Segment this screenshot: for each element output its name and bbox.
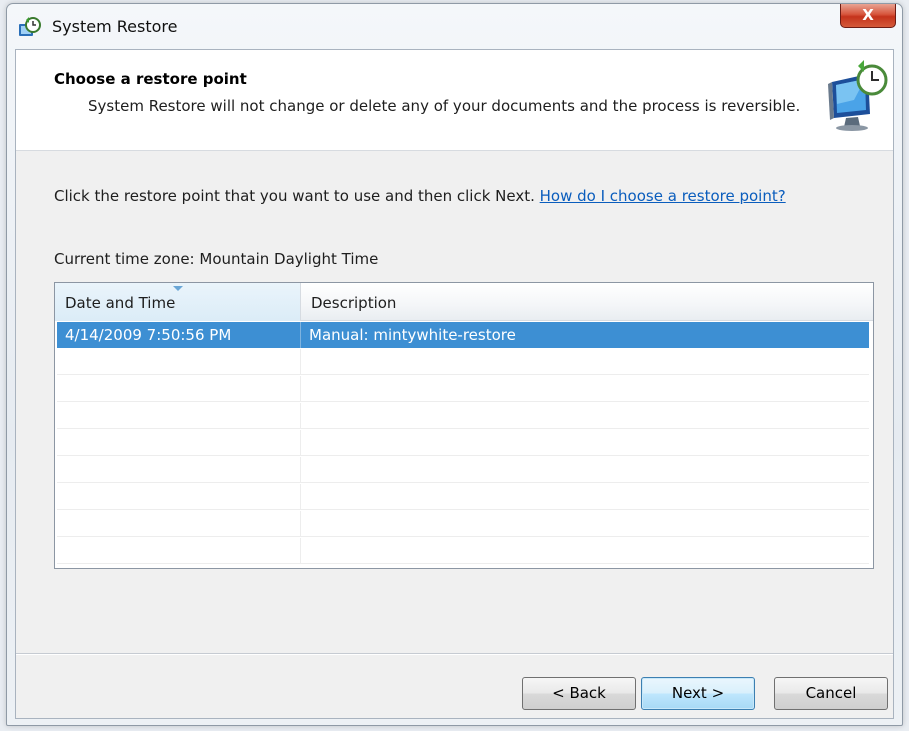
dialog-client-area: Choose a restore point System Restore wi…: [15, 49, 894, 719]
empty-row: [57, 403, 869, 429]
row-description: Manual: mintywhite-restore: [309, 326, 516, 344]
instruction-text: Click the restore point that you want to…: [54, 187, 786, 205]
empty-cell: [57, 403, 301, 429]
empty-cell: [57, 430, 301, 456]
column-header-date[interactable]: Date and Time: [55, 283, 301, 321]
sort-arrow-icon: [173, 286, 183, 291]
footer-divider: [16, 653, 893, 655]
empty-cell: [57, 376, 301, 402]
empty-row: [57, 511, 869, 537]
empty-row: [57, 538, 869, 564]
row-date: 4/14/2009 7:50:56 PM: [57, 322, 301, 348]
empty-cell: [301, 376, 869, 402]
empty-cell: [57, 349, 301, 375]
timezone-label: Current time zone: Mountain Daylight Tim…: [54, 250, 379, 268]
column-header-date-label: Date and Time: [65, 294, 176, 312]
empty-cell: [301, 484, 869, 510]
empty-cell: [301, 457, 869, 483]
empty-cell: [57, 484, 301, 510]
empty-cell: [57, 457, 301, 483]
column-header-description-label: Description: [311, 294, 397, 312]
instruction-label: Click the restore point that you want to…: [54, 187, 540, 205]
help-link[interactable]: How do I choose a restore point?: [540, 187, 786, 205]
empty-row: [57, 376, 869, 402]
restore-monitor-clock-icon: [828, 60, 888, 131]
next-button[interactable]: Next >: [641, 677, 755, 710]
table-row[interactable]: 4/14/2009 7:50:56 PM Manual: mintywhite-…: [57, 322, 869, 348]
system-restore-window: System Restore X Choose a restore point …: [6, 3, 903, 726]
page-title: Choose a restore point: [54, 70, 247, 88]
empty-row: [57, 430, 869, 456]
empty-cell: [301, 430, 869, 456]
back-button[interactable]: < Back: [522, 677, 636, 710]
window-title: System Restore: [52, 17, 178, 36]
empty-cell: [301, 349, 869, 375]
empty-cell: [57, 511, 301, 537]
empty-row: [57, 484, 869, 510]
empty-row: [57, 457, 869, 483]
system-restore-icon: [19, 17, 41, 36]
page-subtitle: System Restore will not change or delete…: [88, 97, 801, 115]
close-button[interactable]: X: [840, 4, 896, 28]
cancel-button[interactable]: Cancel: [774, 677, 888, 710]
empty-row: [57, 349, 869, 375]
title-bar[interactable]: System Restore X: [7, 4, 902, 52]
restore-point-list[interactable]: Date and Time Description 4/14/2009 7:50…: [54, 282, 874, 569]
column-header-description[interactable]: Description: [301, 283, 873, 321]
empty-cell: [301, 403, 869, 429]
empty-cell: [57, 538, 301, 564]
empty-cell: [301, 511, 869, 537]
list-header: Date and Time Description: [55, 283, 873, 321]
empty-cell: [301, 538, 869, 564]
wizard-header: Choose a restore point System Restore wi…: [16, 50, 893, 151]
